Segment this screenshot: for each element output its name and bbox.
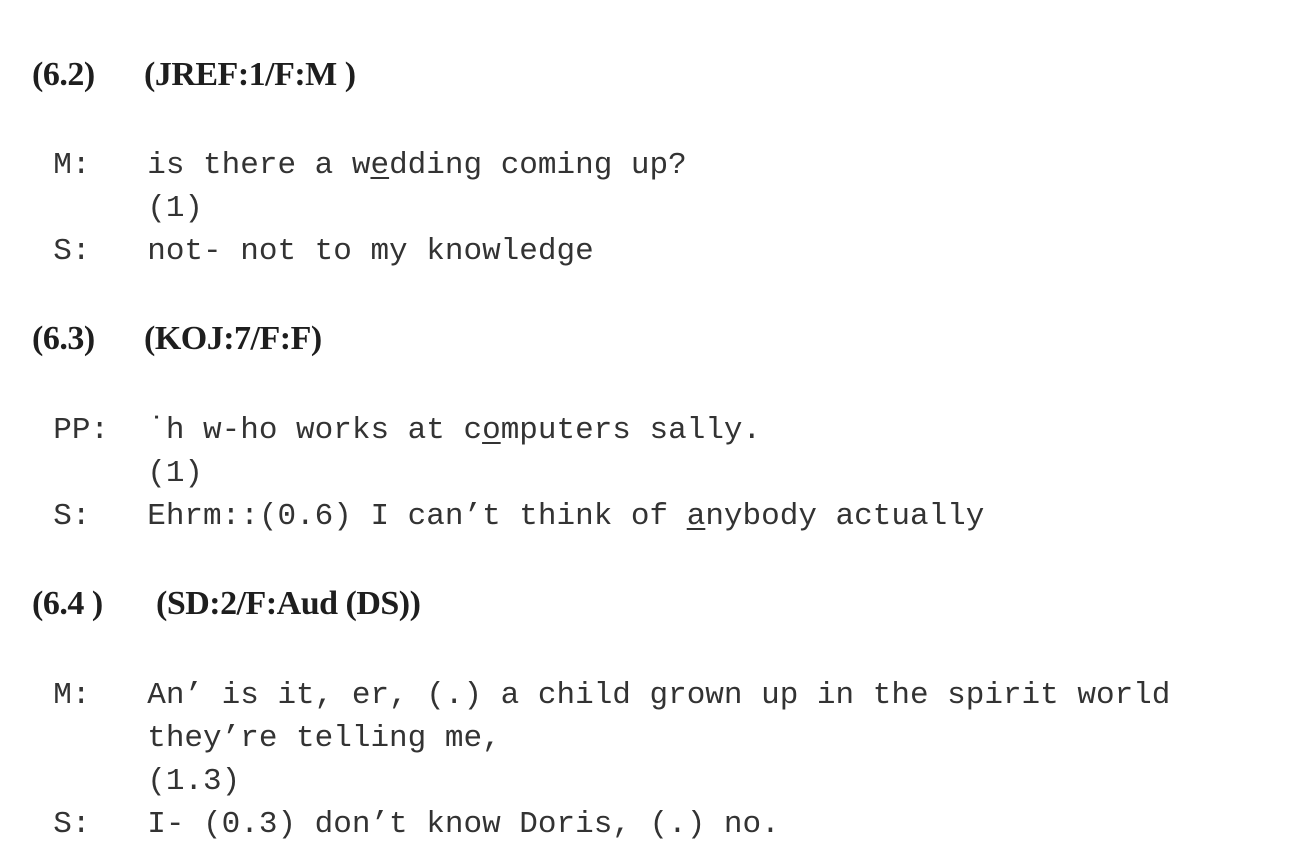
transcript-line: PP: ˙h w-ho works at computers sally. [16,371,761,448]
example-number: (6.4 ) [32,585,103,622]
example-code: (SD:2/F:Aud (DS)) [156,585,421,622]
transcript-line: (1.3) [16,722,240,799]
utterance-text: dding coming up? [389,148,687,183]
utterance-text: mputers sally. [500,413,762,448]
example-code: (KOJ:7/F:F) [144,320,322,357]
example-code: (JREF:1/F:M ) [144,56,356,93]
utterance-text: Ehrm::(0.6) I can’t think of [147,499,687,534]
example-heading-6-3: (6.3) (KOJ:7/F:F) [16,282,322,358]
example-heading-6-4: (6.4 ) (SD:2/F:Aud (DS)) [16,547,421,623]
transcript-line: (1) [16,414,203,491]
speaker-label: S: [53,234,91,269]
transcript-line: S: Ehrm::(0.6) I can’t think of anybody a… [16,457,984,534]
speaker-label: S: [53,807,91,842]
transcript-line: M: An’ is it, er, (.) a child grown up in… [16,636,1170,713]
transcript-line: (1) [16,149,203,226]
transcript-line: S: I- (0.3) don’t know Doris, (.) no. [16,765,780,842]
utterance-text: not- not to my knowledge [147,234,594,269]
transcript-line: M: is there a wedding coming up? [16,106,687,183]
speaker-label: S: [53,499,91,534]
stressed-syllable: a [686,499,706,534]
stressed-syllable: o [482,413,501,448]
example-number: (6.3) [32,320,95,357]
example-heading-6-2: (6.2) (JREF:1/F:M ) [16,18,356,94]
stressed-syllable: e [370,148,390,183]
transcript-line: they’re telling me, [16,679,500,756]
utterance-text: I- (0.3) don’t know Doris, (.) no. [147,807,780,842]
example-number: (6.2) [32,56,95,93]
utterance-text: nybody actually [705,499,985,534]
transcript-line: S: not- not to my knowledge [16,192,593,269]
